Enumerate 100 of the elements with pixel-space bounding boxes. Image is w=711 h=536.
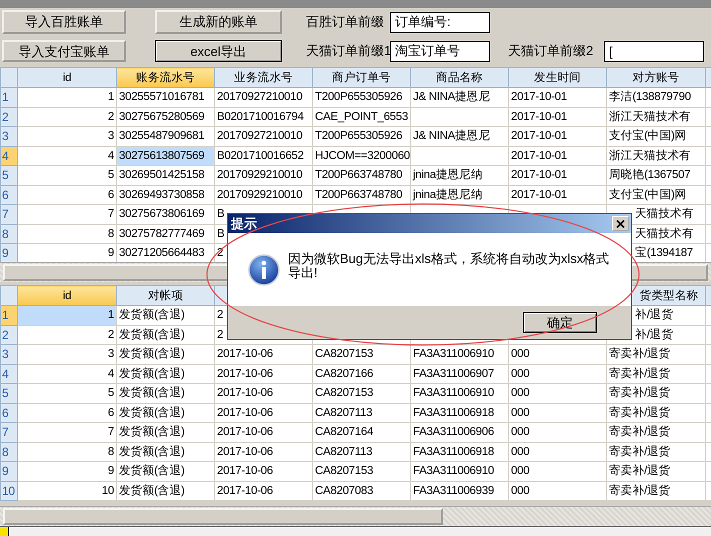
info-icon <box>248 254 280 286</box>
table-cell: 000 <box>508 344 606 364</box>
table-cell: 30269501425158 <box>116 166 214 185</box>
table-cell: 2017-10-06 <box>214 462 312 481</box>
field-label: 天猫订单前缀2 <box>508 42 594 60</box>
table-cell: 发货额(含退) <box>116 422 214 442</box>
table-cell: 1 <box>18 306 116 325</box>
column-header[interactable]: 商品名称 <box>410 68 508 88</box>
row-header[interactable]: 6 <box>0 185 18 204</box>
table-cell: 8 <box>18 224 116 244</box>
row-header[interactable]: 10 <box>0 481 18 500</box>
field-label: 百胜订单前缀 <box>306 13 385 32</box>
table-cell: CAE_POINT_6553 <box>312 107 410 126</box>
table-cell: 30275675280569 <box>116 107 214 126</box>
table-cell: 2017-10-06 <box>214 403 312 422</box>
table-cell: 7 <box>18 204 116 224</box>
column-header[interactable]: 业务流水号 <box>214 68 312 88</box>
table-cell: 20170927210010 <box>214 88 312 107</box>
table-cell: 7 <box>18 422 116 442</box>
row-header[interactable]: 6 <box>0 403 18 422</box>
table-cell: 寄卖补/退货 <box>606 403 706 422</box>
table-cell: 20170929210010 <box>214 185 312 204</box>
row-header[interactable]: 8 <box>0 224 18 244</box>
text-field[interactable]: 淘宝订单号 <box>390 40 490 62</box>
table-cell: 30269493730858 <box>116 185 214 204</box>
row-header[interactable]: 7 <box>0 422 18 442</box>
table-cell: CA8207153 <box>312 344 410 364</box>
table-cell: 支付宝(中国)网 <box>606 185 706 204</box>
row-header[interactable]: 9 <box>0 244 18 262</box>
scrollbar-thumb[interactable] <box>3 508 443 525</box>
close-button[interactable] <box>612 216 629 231</box>
row-header[interactable]: 5 <box>0 166 18 185</box>
column-header[interactable]: 账务流水号 <box>116 68 214 88</box>
table-cell: 2017-10-01 <box>508 107 606 126</box>
row-header[interactable]: 4 <box>0 364 18 384</box>
row-header[interactable]: 9 <box>0 462 18 481</box>
table-cell: 发货额(含退) <box>116 364 214 384</box>
row-header[interactable]: 4 <box>0 146 18 166</box>
ok-button[interactable]: 确定 <box>523 312 597 333</box>
table-cell: 20170929210010 <box>214 166 312 185</box>
table-cell: T200P663748780 <box>312 166 410 185</box>
column-header[interactable]: id <box>18 68 116 88</box>
table-cell: 2017-10-06 <box>214 481 312 500</box>
text-field[interactable]: [ <box>604 40 704 62</box>
table-cell: 2017-10-01 <box>508 146 606 166</box>
table-cell: 浙江天猫技术有 <box>606 146 706 166</box>
table-cell: 6 <box>18 403 116 422</box>
table-cell: 000 <box>508 462 606 481</box>
status-marker <box>0 527 9 536</box>
row-header[interactable]: 2 <box>0 107 18 126</box>
row-header[interactable]: 5 <box>0 384 18 403</box>
table-cell: CA8207113 <box>312 403 410 422</box>
table-cell: CA8207164 <box>312 422 410 442</box>
table-cell: CA8207153 <box>312 384 410 403</box>
column-header[interactable]: 对方账号 <box>606 68 706 88</box>
toolbar-button[interactable]: 生成新的账单 <box>155 10 282 34</box>
table-cell: CA8207113 <box>312 442 410 462</box>
table-cell: 2017-10-01 <box>508 126 606 146</box>
table-cell: 2017-10-06 <box>214 384 312 403</box>
table-cell: 30275782777469 <box>116 224 214 244</box>
column-header[interactable]: 发生时间 <box>508 68 606 88</box>
table-cell: jnina捷恩尼纳 <box>410 166 508 185</box>
toolbar-button[interactable]: 导入支付宝账单 <box>2 40 126 62</box>
table-cell: B0201710016794 <box>214 107 312 126</box>
column-header[interactable]: 对帐项 <box>116 286 214 306</box>
table-cell: FA3A311006910 <box>410 384 508 403</box>
row-header[interactable]: 8 <box>0 442 18 462</box>
table-cell: 发货额(含退) <box>116 344 214 364</box>
table-cell: 3 <box>18 344 116 364</box>
table-cell: FA3A311006907 <box>410 364 508 384</box>
table-cell: 2017-10-06 <box>214 344 312 364</box>
row-header[interactable]: 2 <box>0 325 18 344</box>
close-icon <box>616 220 625 228</box>
column-header[interactable]: 商户订单号 <box>312 68 410 88</box>
row-header[interactable]: 1 <box>0 306 18 325</box>
row-header[interactable]: 3 <box>0 126 18 146</box>
table-cell: 发货额(含退) <box>116 442 214 462</box>
table-cell: 6 <box>18 185 116 204</box>
table-cell: 2 <box>18 107 116 126</box>
table-cell: HJCOM==3200060 <box>312 146 410 166</box>
table-cell: 30275673806169 <box>116 204 214 224</box>
table-cell: jnina捷恩尼纳 <box>410 185 508 204</box>
toolbar-button[interactable]: 导入百胜账单 <box>2 10 126 34</box>
table-cell: 000 <box>508 442 606 462</box>
column-header[interactable]: id <box>18 286 116 306</box>
table-cell: 4 <box>18 146 116 166</box>
table-cell: 000 <box>508 403 606 422</box>
row-header[interactable]: 7 <box>0 204 18 224</box>
table-cell: 8 <box>18 442 116 462</box>
table-cell: 寄卖补/退货 <box>606 422 706 442</box>
row-header[interactable]: 3 <box>0 344 18 364</box>
table-cell: 000 <box>508 422 606 442</box>
table-cell: 5 <box>18 166 116 185</box>
toolbar-button[interactable]: excel导出 <box>155 40 282 62</box>
row-header[interactable]: 1 <box>0 88 18 107</box>
table-cell: FA3A311006939 <box>410 481 508 500</box>
field-label: 天猫订单前缀1 <box>306 42 390 60</box>
table-cell: CA8207083 <box>312 481 410 500</box>
text-field[interactable]: 订单编号: <box>390 12 490 32</box>
table-cell: 寄卖补/退货 <box>606 462 706 481</box>
